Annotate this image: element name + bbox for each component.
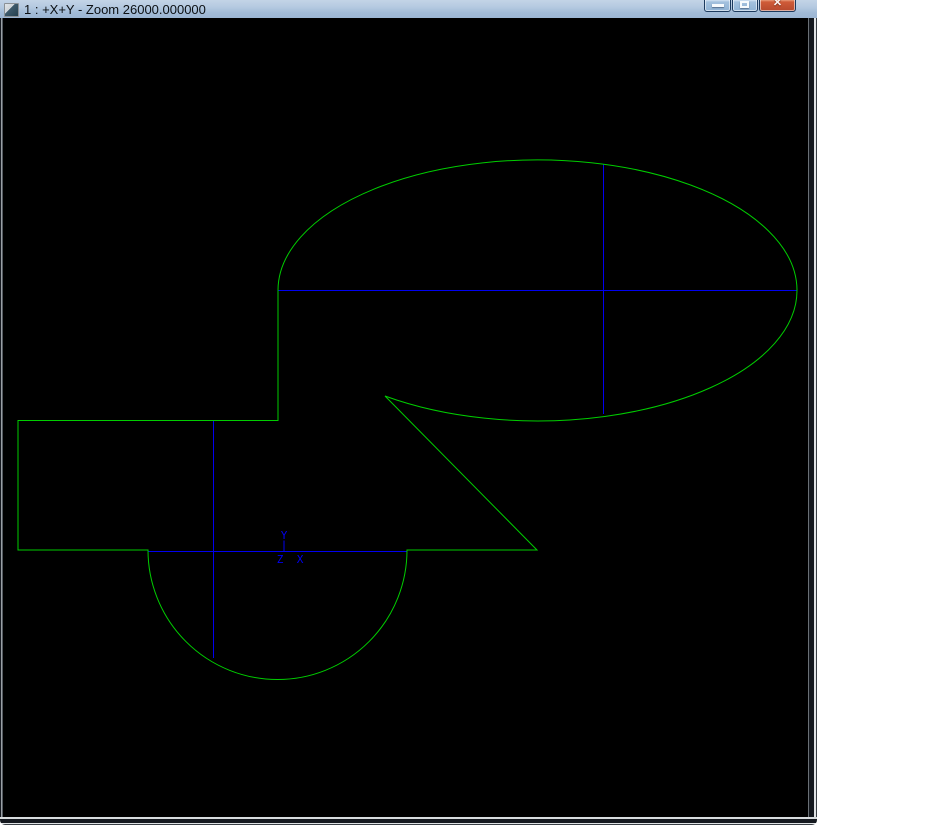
axis-label-z: Z — [277, 553, 284, 566]
minimize-button[interactable] — [704, 0, 731, 12]
axis-label-x: X — [297, 553, 304, 566]
window-border-bottom[interactable] — [0, 817, 817, 825]
axis-label-y: Y — [281, 529, 288, 542]
window-title: 1 : +X+Y - Zoom 26000.000000 — [24, 1, 206, 17]
titlebar[interactable]: 1 : +X+Y - Zoom 26000.000000 ✕ — [0, 0, 817, 19]
maximize-icon — [740, 1, 749, 8]
close-icon: ✕ — [772, 0, 783, 9]
cad-viewport[interactable]: Y Z X — [3, 18, 808, 817]
desktop-background: 1 : +X+Y - Zoom 26000.000000 ✕ Y Z X — [0, 0, 937, 828]
application-icon — [4, 2, 19, 17]
app-window: 1 : +X+Y - Zoom 26000.000000 ✕ Y Z X — [0, 0, 817, 825]
viewport-background — [3, 18, 808, 817]
window-border-right[interactable] — [808, 18, 817, 817]
maximize-button[interactable] — [732, 0, 758, 12]
close-button[interactable]: ✕ — [759, 0, 796, 12]
minimize-icon — [711, 4, 724, 7]
